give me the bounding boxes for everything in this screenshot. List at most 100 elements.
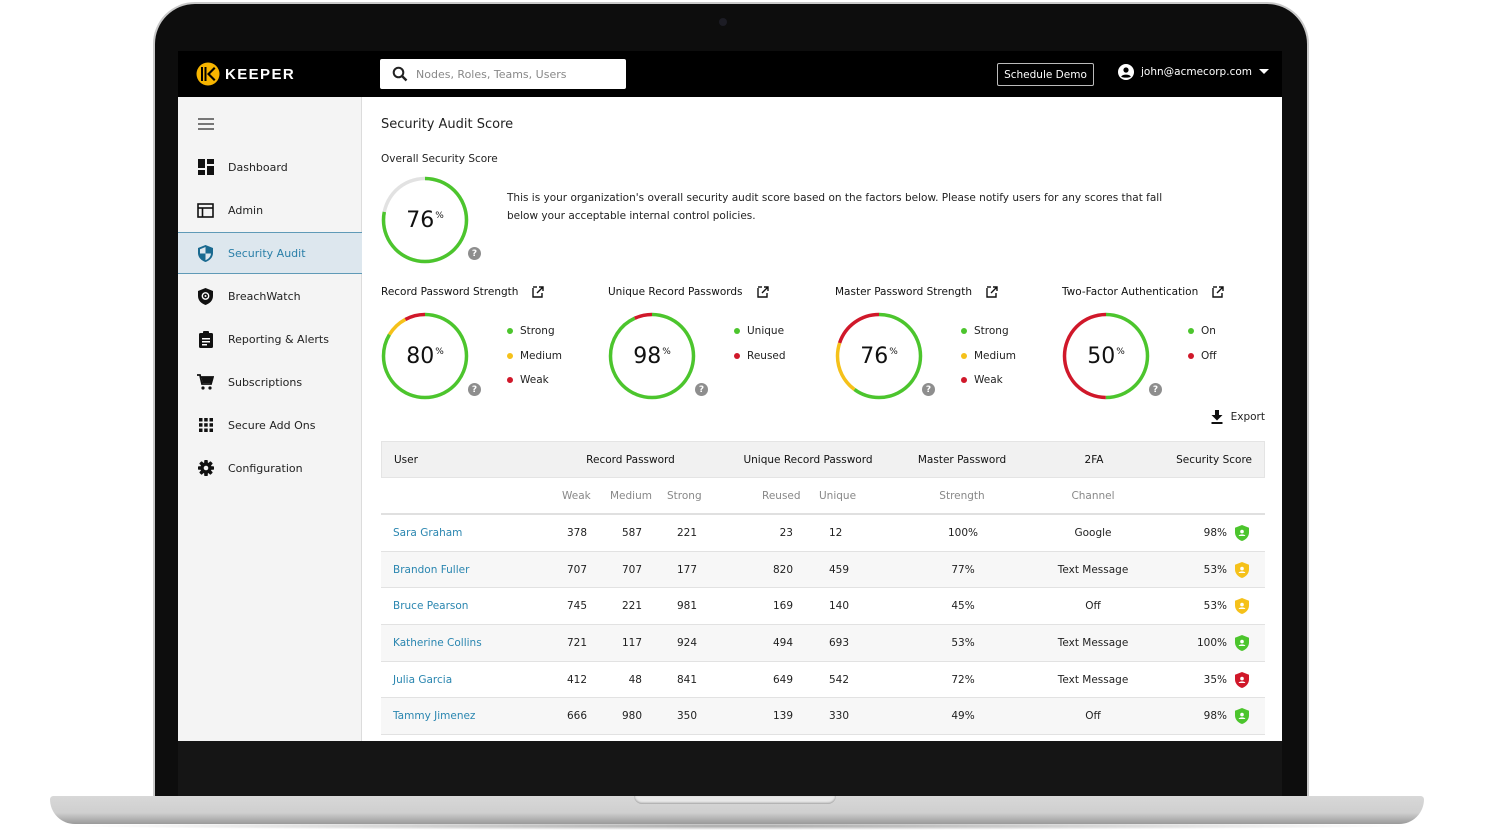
camera bbox=[719, 18, 727, 26]
subheader-strong: Strong bbox=[667, 489, 702, 502]
cell-reused: 820 bbox=[772, 563, 793, 576]
user-menu[interactable]: john@acmecorp.com bbox=[1118, 64, 1269, 80]
external-link-icon[interactable] bbox=[756, 286, 769, 298]
cell-unique: 12 bbox=[829, 526, 843, 539]
search-box[interactable] bbox=[380, 59, 626, 89]
help-icon[interactable]: ? bbox=[922, 383, 935, 396]
sidebar-item-subscriptions[interactable]: Subscriptions bbox=[178, 361, 362, 403]
cell-weak: 412 bbox=[566, 673, 587, 686]
grid-icon bbox=[197, 417, 214, 434]
sidebar-item-dashboard[interactable]: Dashboard bbox=[178, 146, 362, 188]
user-link[interactable]: Brandon Fuller bbox=[393, 564, 469, 576]
sidebar-item-label: Admin bbox=[228, 203, 264, 217]
export-button[interactable]: Export bbox=[1211, 410, 1265, 424]
cell-reused: 649 bbox=[772, 673, 793, 686]
column-header-user[interactable]: User bbox=[394, 442, 418, 477]
help-icon[interactable]: ? bbox=[695, 383, 708, 396]
card-title-text: Two-Factor Authentication bbox=[1062, 286, 1199, 298]
user-link[interactable]: Bruce Pearson bbox=[393, 600, 468, 612]
user-link[interactable]: Julia Garcia bbox=[393, 674, 452, 686]
table-subheader: Weak Medium Strong Reused Unique Strengt… bbox=[381, 478, 1265, 515]
column-header-master-password[interactable]: Master Password bbox=[902, 442, 1022, 477]
help-icon[interactable]: ? bbox=[468, 383, 481, 396]
user-link[interactable]: Tammy Jimenez bbox=[393, 710, 475, 722]
sidebar-item-breachwatch[interactable]: BreachWatch bbox=[178, 275, 362, 317]
legend-label: Off bbox=[1201, 349, 1217, 362]
sidebar-item-secure-add-ons[interactable]: Secure Add Ons bbox=[178, 404, 362, 446]
sidebar-item-configuration[interactable]: Configuration bbox=[178, 447, 362, 489]
legend-label: Strong bbox=[974, 325, 1009, 338]
cell-security-score: 53% bbox=[1203, 600, 1227, 613]
legend-unique-record-passwords: Unique Reused bbox=[734, 319, 786, 368]
cell-master-strength: 45% bbox=[951, 600, 975, 613]
cell-reused: 139 bbox=[772, 710, 793, 723]
user-shield-status-icon bbox=[1235, 561, 1249, 578]
subheader-unique: Unique bbox=[819, 489, 857, 502]
cell-security-score: 100% bbox=[1196, 636, 1227, 649]
table-body: Sara Graham 378 587 221 23 12 100% Google 98% Bra… bbox=[381, 515, 1265, 736]
cell-unique: 330 bbox=[829, 710, 850, 723]
cell-weak: 745 bbox=[566, 600, 587, 613]
subheader-channel: Channel bbox=[1071, 489, 1115, 502]
page-title: Security Audit Score bbox=[381, 117, 514, 132]
legend-item: Medium bbox=[961, 344, 1016, 369]
table-row: Julia Garcia 412 48 841 649 542 72% Text Messag… bbox=[381, 661, 1265, 699]
legend-dot bbox=[507, 377, 513, 384]
overall-score-value: 76% bbox=[406, 207, 444, 233]
search-input[interactable] bbox=[416, 67, 616, 81]
user-shield-status-icon bbox=[1235, 708, 1249, 725]
legend-item: On bbox=[1188, 319, 1217, 344]
legend-master-password-strength: Strong Medium Weak bbox=[961, 319, 1016, 393]
external-link-icon[interactable] bbox=[1212, 286, 1224, 298]
legend-item: Reused bbox=[734, 344, 786, 369]
column-header-security-score[interactable]: Security Score bbox=[1152, 442, 1252, 477]
cell-2fa-channel: Text Message bbox=[1057, 563, 1129, 576]
dashboard-icon bbox=[197, 159, 214, 176]
cell-master-strength: 53% bbox=[951, 636, 975, 649]
gauge-value: 50% bbox=[1087, 343, 1125, 369]
sidebar-item-admin[interactable]: Admin bbox=[178, 189, 362, 231]
legend-dot bbox=[961, 352, 967, 359]
cell-master-strength: 100% bbox=[947, 526, 979, 539]
user-link[interactable]: Sara Graham bbox=[393, 527, 462, 539]
table-row: Brandon Fuller 707 707 177 820 459 77% Text Mes… bbox=[381, 551, 1265, 589]
sidebar-item-reporting-alerts[interactable]: Reporting & Alerts bbox=[178, 318, 362, 360]
sidebar-item-label: Configuration bbox=[228, 461, 303, 475]
legend-item: Unique bbox=[734, 319, 786, 344]
legend-two-factor-authentication: On Off bbox=[1188, 319, 1217, 368]
help-icon[interactable]: ? bbox=[468, 247, 481, 260]
help-icon[interactable]: ? bbox=[1149, 383, 1162, 396]
cell-reused: 23 bbox=[779, 526, 793, 539]
cell-2fa-channel: Google bbox=[1074, 526, 1112, 539]
external-link-icon[interactable] bbox=[532, 286, 545, 298]
schedule-demo-button[interactable]: Schedule Demo bbox=[997, 63, 1094, 86]
user-link[interactable]: Katherine Collins bbox=[393, 637, 482, 649]
sidebar-item-label: Secure Add Ons bbox=[228, 418, 316, 432]
cell-unique: 459 bbox=[829, 563, 850, 576]
cell-strong: 177 bbox=[677, 563, 698, 576]
gear-icon bbox=[197, 460, 214, 477]
sidebar-item-security-audit[interactable]: Security Audit bbox=[178, 232, 362, 274]
column-header-record-password[interactable]: Record Password bbox=[572, 442, 689, 477]
cell-strong: 350 bbox=[677, 710, 698, 723]
hamburger-menu-icon[interactable] bbox=[198, 118, 214, 133]
column-header-2fa[interactable]: 2FA bbox=[1054, 442, 1134, 477]
keeper-logo[interactable]: KEEPER bbox=[196, 62, 295, 86]
legend-item: Weak bbox=[507, 368, 562, 393]
cart-icon bbox=[197, 374, 214, 391]
sidebar-item-label: Dashboard bbox=[228, 160, 288, 174]
overall-score-gauge: 76% bbox=[381, 176, 471, 266]
table-row: Katherine Collins 721 117 924 494 693 53% Text … bbox=[381, 625, 1265, 662]
legend-label: Strong bbox=[520, 325, 555, 338]
cell-security-score: 98% bbox=[1203, 710, 1227, 723]
table-row: Tammy Jimenez 666 980 350 139 330 49% Off 98% bbox=[381, 698, 1265, 736]
user-audit-table: User Record Password Unique Record Passw… bbox=[381, 441, 1265, 736]
sidebar-item-label: Subscriptions bbox=[228, 375, 303, 389]
cell-weak: 707 bbox=[566, 563, 587, 576]
main-content: Security Audit Score Overall Security Sc… bbox=[381, 97, 1265, 741]
search-icon bbox=[392, 66, 408, 82]
external-link-icon[interactable] bbox=[986, 286, 998, 298]
clipboard-icon bbox=[197, 330, 214, 348]
column-header-unique-record-password[interactable]: Unique Record Password bbox=[732, 442, 884, 477]
cell-medium: 980 bbox=[621, 710, 642, 723]
